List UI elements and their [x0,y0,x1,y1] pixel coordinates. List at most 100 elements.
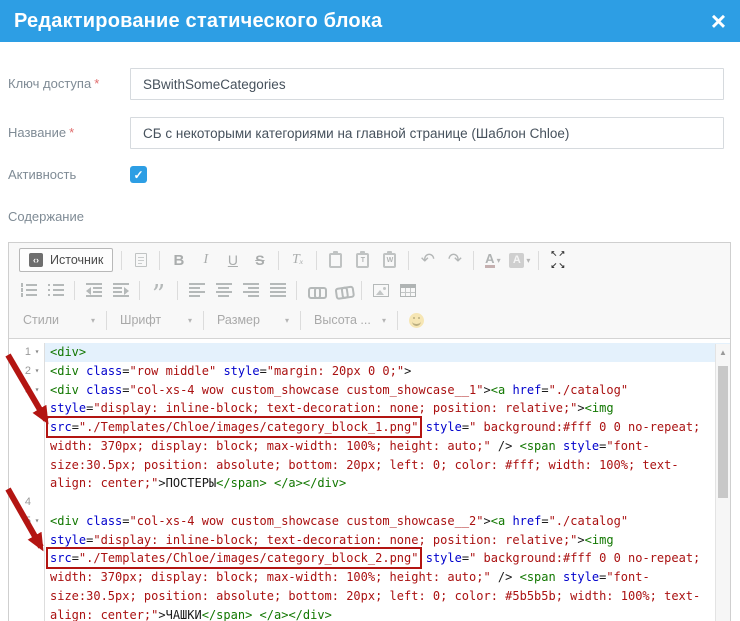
content-editor: ‹›ИсточникBIUSTₓTW↶↷A▾A▾↖↗↙↘”Стили▾Шрифт… [8,242,731,621]
code-row: src = "./Templates/Chloe/images/category_b… [9,418,730,437]
code-gutter-cell [9,456,45,475]
editor-scrollbar[interactable]: ▲ [715,344,730,621]
undo-icon[interactable]: ↶ [415,248,440,272]
toolbar-separator [397,311,398,330]
numbered-list-icon[interactable] [16,278,41,302]
scrollbar-thumb[interactable] [718,366,728,498]
scroll-up-icon[interactable]: ▲ [716,348,730,357]
code-token: >ПОСТЕРЫ [158,476,216,490]
code-token: class [86,364,122,378]
code-token: = [122,364,129,378]
code-row: 1▾<div> [9,343,730,362]
toolbar-separator [361,281,362,300]
code-line: <div class="row middle" style="margin: 2… [45,362,730,381]
code-gutter-cell [9,474,45,493]
code-row: 4 [9,493,730,512]
code-gutter-cell [9,606,45,621]
letter-glyph: A [485,252,494,268]
close-icon[interactable]: × [711,8,726,34]
code-token: " background:#fff 0 0 no-repeat; [469,551,700,565]
align-left-icon[interactable] [184,278,209,302]
toolbar-separator [159,251,160,270]
toolbar-separator [408,251,409,270]
size-select[interactable]: Размер▾ [209,313,295,327]
align-center-icon[interactable] [211,278,236,302]
paste-icon[interactable] [323,248,348,272]
text-color-icon[interactable]: A▾ [480,248,505,272]
toolbar-separator [296,281,297,300]
code-token: "font- [606,570,649,584]
fold-icon: ▾ [31,362,43,381]
code-area[interactable]: 1▾<div>2▾<div class="row middle" style="… [9,339,730,621]
code-token: "./Templates/Chloe/images/category_block… [79,551,419,565]
unlink-icon[interactable] [330,278,355,302]
annotation-box: src="./Templates/Chloe/images/category_b… [50,551,418,565]
code-gutter-cell: 4 [9,493,45,512]
background-color-icon[interactable]: A▾ [507,248,532,272]
code-token: width: 370px; display: block; max-width:… [50,439,491,453]
templates-icon[interactable] [128,248,153,272]
align-justify-icon[interactable] [265,278,290,302]
blockquote-icon[interactable]: ” [146,278,171,302]
image-icon[interactable] [368,278,393,302]
source-button[interactable]: ‹›Источник [19,248,113,272]
code-row: 2▾<div class="row middle" style="margin:… [9,362,730,381]
underline-icon[interactable]: U [220,248,245,272]
code-token: "./catalog" [549,514,628,528]
styles-select[interactable]: Стили▾ [15,313,101,327]
required-mark: * [94,76,99,91]
page-glyph [135,253,147,267]
clipboard-glyph: W [383,253,396,268]
activity-checkbox[interactable]: ✓ [130,166,147,183]
maximize-icon[interactable]: ↖↗↙↘ [545,248,570,272]
code-token: style [563,570,599,584]
increase-indent-icon[interactable] [108,278,133,302]
toolbar-row: Стили▾Шрифт▾Размер▾Высота ...▾ [9,305,730,335]
code-token: "./catalog" [549,383,628,397]
strikethrough-icon[interactable]: S [247,248,272,272]
clipboard-glyph: T [356,253,369,268]
code-token: size:30.5px; position: absolute; bottom:… [50,458,679,472]
code-token: " background:#fff 0 0 no-repeat; [469,420,700,434]
font-select[interactable]: Шрифт▾ [112,313,198,327]
annotation-box: src="./Templates/Chloe/images/category_b… [50,420,418,434]
code-token: "font- [606,439,649,453]
toolbar-separator [203,311,204,330]
caret-down-icon: ▾ [285,316,289,325]
line-height-select[interactable]: Высота ...▾ [306,313,392,327]
align-right-icon[interactable] [238,278,263,302]
code-row: 5▾<div class="col-xs-4 wow custom_showca… [9,512,730,531]
paste-from-word-icon[interactable]: W [377,248,402,272]
link-icon[interactable] [303,278,328,302]
code-line: style="display: inline-block; text-decor… [45,399,730,418]
paste-plain-text-icon[interactable]: T [350,248,375,272]
code-gutter-cell [9,531,45,550]
fold-icon: ▾ [31,343,43,362]
code-row: src="./Templates/Chloe/images/category_b… [9,549,730,568]
code-token: "./Templates/Chloe/images/category_block… [79,420,419,434]
table-icon[interactable] [395,278,420,302]
fold-icon: ▾ [31,381,43,400]
code-row: align: center;">ПОСТЕРЫ</span> </a></div… [9,474,730,493]
fold-icon: ▾ [31,512,43,531]
redo-icon[interactable]: ↷ [442,248,467,272]
code-gutter-cell: 5▾ [9,512,45,531]
access-key-input[interactable] [130,68,724,100]
code-token: = [122,383,129,397]
bulleted-list-icon[interactable] [43,278,68,302]
arrow-glyph: ↗ [558,250,566,258]
line-height-select-label: Высота ... [314,313,371,327]
code-line: src = "./Templates/Chloe/images/category_b… [45,418,730,437]
italic-icon[interactable]: I [193,248,218,272]
code-token: size:30.5px; position: absolute; bottom:… [50,589,700,603]
line-number: 4 [9,493,31,512]
smiley-icon[interactable] [404,308,429,332]
code-token: = [72,551,79,565]
decrease-indent-icon[interactable] [81,278,106,302]
code-token: = [462,420,469,434]
bold-icon[interactable]: B [166,248,191,272]
code-line: <div class="col-xs-4 wow custom_showcase… [45,512,730,531]
code-token: src [50,420,72,434]
remove-format-icon[interactable]: Tₓ [285,248,310,272]
name-input[interactable] [130,117,724,149]
